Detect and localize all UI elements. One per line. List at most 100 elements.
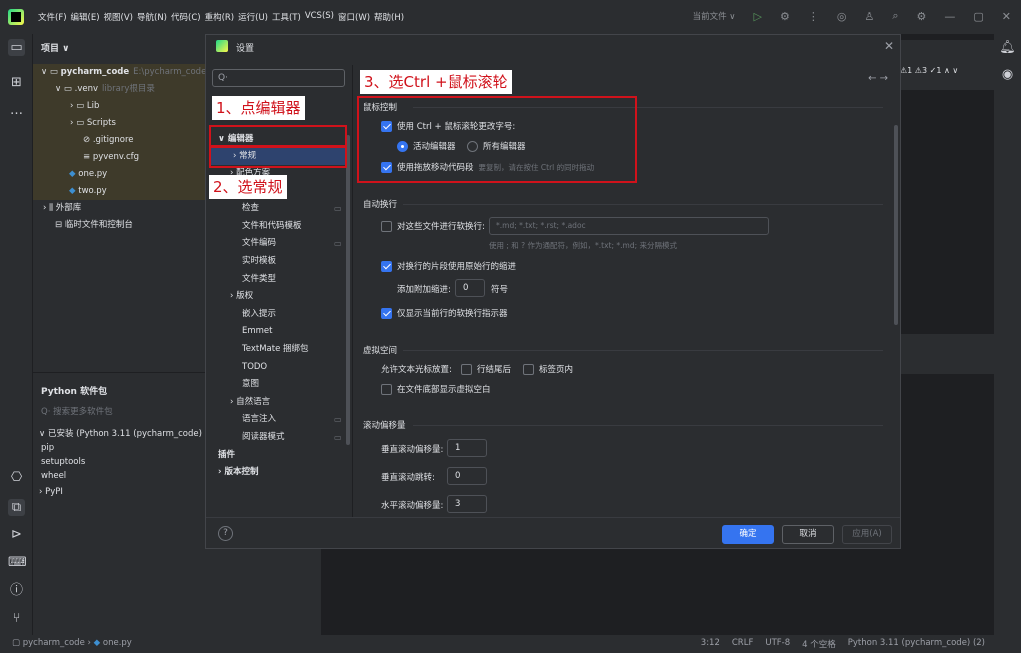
- current-line-wrap-option[interactable]: 仅显示当前行的软换行指示器: [381, 307, 508, 319]
- menu-item[interactable]: 重构(R): [205, 11, 235, 23]
- problems-icon[interactable]: ⓘ: [8, 582, 25, 599]
- packages-search[interactable]: Q· 搜索更多软件包: [41, 404, 113, 421]
- tree-lib[interactable]: › ▭ Lib: [70, 98, 99, 115]
- packages-installed-group[interactable]: ∨ 已安装 (Python 3.11 (pycharm_code) (: [39, 426, 208, 443]
- breadcrumb-project[interactable]: pycharm_code: [23, 638, 85, 648]
- status-bar: ▢ pycharm_code › ◆ one.py 3:12 CRLF UTF-…: [0, 635, 1021, 653]
- settings-tree-item[interactable]: 阅读器模式: [242, 429, 285, 446]
- wrap-files-input[interactable]: *.md; *.txt; *.rst; *.adoc: [489, 217, 769, 235]
- menu-item[interactable]: 运行(U): [238, 11, 268, 23]
- settings-version-control[interactable]: › 版本控制: [218, 464, 258, 481]
- menu-item[interactable]: 工具(T): [272, 11, 301, 23]
- ai-assistant-icon[interactable]: ◉: [999, 66, 1016, 83]
- menu-item[interactable]: 帮助(H): [374, 11, 404, 23]
- menu-item[interactable]: 窗口(W): [338, 11, 370, 23]
- structure-icon[interactable]: ⊞: [8, 74, 25, 91]
- cancel-button[interactable]: 取消: [782, 525, 834, 544]
- tree-root[interactable]: ∨ ▭ pycharm_code E:\pycharm_code: [41, 64, 206, 81]
- vertical-jump-input[interactable]: 0: [447, 467, 487, 485]
- inside-tabs-checkbox[interactable]: [523, 363, 534, 375]
- minimize-icon[interactable]: —: [944, 10, 955, 23]
- settings-plugins[interactable]: 插件: [218, 447, 235, 464]
- close-icon[interactable]: ✕: [1002, 10, 1011, 23]
- ok-button[interactable]: 确定: [722, 525, 774, 544]
- settings-tree-scrollbar[interactable]: [346, 135, 350, 445]
- settings-content-scrollbar[interactable]: [894, 125, 898, 325]
- wrap-files-option[interactable]: 对这些文件进行软换行:: [381, 220, 485, 232]
- settings-tree-item[interactable]: TODO: [242, 359, 267, 376]
- run-icon[interactable]: ▷: [754, 10, 762, 23]
- python-interpreter[interactable]: Python 3.11 (pycharm_code) (2): [848, 638, 985, 650]
- settings-tree-item[interactable]: 嵌入提示: [242, 306, 276, 323]
- inside-tabs-option[interactable]: 标签页内: [523, 363, 573, 375]
- run-config-select[interactable]: 当前文件 ∨: [693, 10, 736, 22]
- debug-icon[interactable]: ⚙: [780, 10, 790, 23]
- tree-external-libs[interactable]: › ⫼ 外部库: [43, 200, 81, 217]
- settings-tree-item[interactable]: › 版权: [230, 288, 253, 305]
- terminal-icon[interactable]: ⌨: [8, 554, 27, 571]
- tree-pyvenv[interactable]: ≡ pyvenv.cfg: [83, 149, 139, 166]
- breadcrumb-file[interactable]: one.py: [103, 638, 132, 648]
- menu-item[interactable]: 文件(F): [38, 11, 67, 23]
- after-line-end-checkbox[interactable]: [461, 363, 472, 375]
- back-forward-arrows-icon[interactable]: ← →: [868, 73, 888, 84]
- settings-tree-item[interactable]: 文件和代码模板: [242, 218, 302, 235]
- more-icon[interactable]: ⋮: [808, 10, 819, 23]
- wrap-files-checkbox[interactable]: [381, 220, 392, 232]
- tree-two-py[interactable]: ◆ two.py: [69, 183, 107, 200]
- notifications-bell-icon[interactable]: 🔔︎: [999, 39, 1016, 56]
- settings-tree-item[interactable]: Emmet: [242, 323, 273, 340]
- wrap-indent-checkbox[interactable]: [381, 260, 392, 272]
- extra-indent-input[interactable]: 0: [455, 279, 485, 297]
- current-line-wrap-checkbox[interactable]: [381, 307, 392, 319]
- menu-item[interactable]: 编辑(E): [71, 11, 100, 23]
- tree-scratches[interactable]: ⊟ 临时文件和控制台: [55, 217, 133, 234]
- python-console-icon[interactable]: ⎔: [8, 469, 25, 486]
- menu-item[interactable]: 代码(C): [171, 11, 201, 23]
- settings-tree-item[interactable]: 文件编码: [242, 235, 276, 252]
- menu-item[interactable]: 导航(N): [137, 11, 167, 23]
- settings-tree-item[interactable]: 检查: [242, 200, 259, 217]
- pycharm-logo-icon[interactable]: [8, 9, 24, 25]
- tree-one-py[interactable]: ◆ one.py: [69, 166, 107, 183]
- settings-tree-item[interactable]: › 自然语言: [230, 394, 270, 411]
- vertical-offset-input[interactable]: 1: [447, 439, 487, 457]
- ai-icon[interactable]: ◎: [837, 10, 847, 23]
- search-icon[interactable]: ⌕: [892, 9, 898, 23]
- more-tools-icon[interactable]: …: [8, 102, 25, 119]
- help-icon[interactable]: ?: [218, 526, 233, 541]
- file-encoding[interactable]: UTF-8: [765, 638, 790, 650]
- line-separator[interactable]: CRLF: [732, 638, 753, 650]
- packages-pypi-group[interactable]: › PyPI: [39, 484, 63, 501]
- services-icon[interactable]: ⊳: [8, 526, 25, 543]
- python-packages-icon[interactable]: ⧉: [8, 499, 25, 516]
- apply-button[interactable]: 应用(A): [842, 525, 892, 544]
- settings-gear-icon[interactable]: ⚙: [917, 10, 927, 23]
- caret-position[interactable]: 3:12: [701, 638, 720, 650]
- settings-tree-item[interactable]: 意图: [242, 376, 259, 393]
- settings-tree-item[interactable]: 语言注入: [242, 411, 276, 428]
- horizontal-offset-input[interactable]: 3: [447, 495, 487, 513]
- dialog-close-icon[interactable]: ✕: [884, 39, 894, 53]
- indent-setting[interactable]: 4 个空格: [802, 638, 836, 650]
- after-line-end-option[interactable]: 行结尾后: [461, 363, 511, 375]
- settings-tree-item[interactable]: 实时模板: [242, 253, 276, 270]
- virtual-bottom-checkbox[interactable]: [381, 383, 392, 395]
- package-item[interactable]: wheel: [41, 468, 66, 485]
- tree-scripts[interactable]: › ▭ Scripts: [70, 115, 116, 132]
- add-user-icon[interactable]: ♙: [864, 10, 874, 23]
- menu-item[interactable]: 视图(V): [104, 11, 133, 23]
- settings-tree-item[interactable]: 文件类型: [242, 271, 276, 288]
- tree-venv[interactable]: ∨ ▭ .venv library根目录: [55, 81, 155, 98]
- virtual-bottom-option[interactable]: 在文件底部显示虚拟空白: [381, 383, 491, 395]
- maximize-icon[interactable]: ▢: [973, 10, 983, 23]
- tree-gitignore[interactable]: ⊘ .gitignore: [83, 132, 134, 149]
- menu-item[interactable]: VCS(S): [305, 11, 334, 23]
- project-folder-icon[interactable]: ▭: [8, 39, 25, 56]
- editor-inspection-widget[interactable]: ⚠1 ⚠3 ✓1 ∧ ∨: [900, 66, 958, 75]
- project-header[interactable]: 项目 ∨: [41, 41, 69, 54]
- wrap-indent-option[interactable]: 对换行的片段使用原始行的缩进: [381, 260, 516, 272]
- git-icon[interactable]: ⑂: [8, 610, 25, 627]
- settings-tree-item[interactable]: TextMate 捆绑包: [242, 341, 309, 358]
- settings-search-input[interactable]: Q·: [212, 69, 345, 87]
